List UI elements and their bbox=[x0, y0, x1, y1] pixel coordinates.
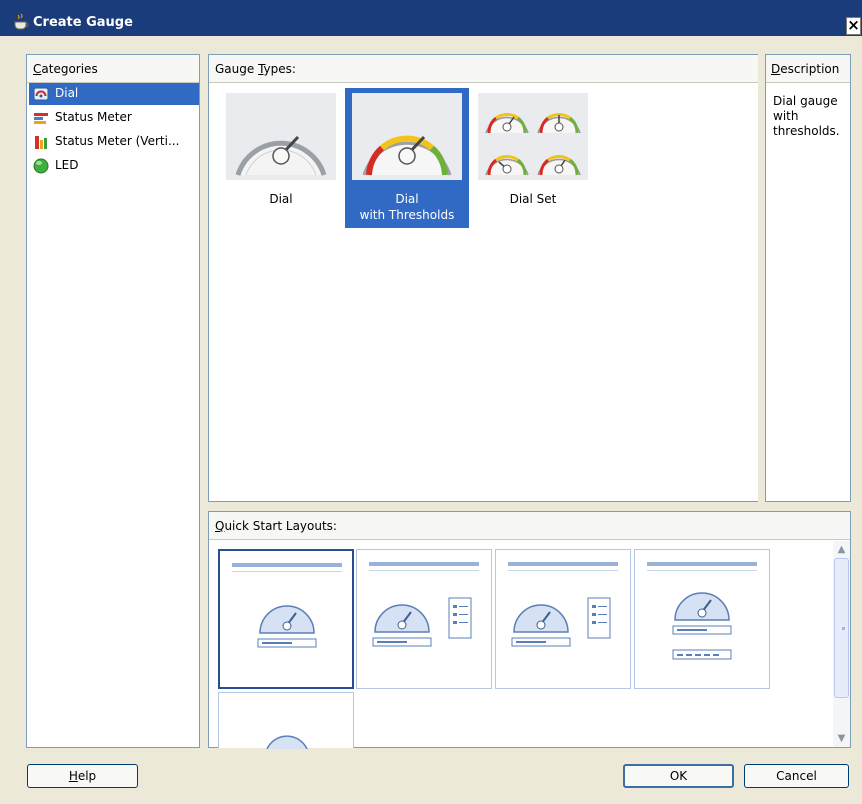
gauge-types-panel: Gauge Types: Dial Dial with Thresholds D… bbox=[208, 54, 758, 502]
title-bar: Create Gauge × bbox=[0, 0, 862, 36]
layout-preview bbox=[647, 562, 757, 660]
category-label: Status Meter (Verti... bbox=[55, 134, 180, 148]
scroll-up-arrow-icon[interactable]: ▲ bbox=[833, 541, 850, 558]
dial-thumbnail bbox=[226, 93, 336, 180]
layout-preview bbox=[266, 735, 308, 749]
app-cup-icon bbox=[12, 13, 30, 31]
gauge-type-dial[interactable]: Dial bbox=[219, 88, 343, 228]
layout-tile-5[interactable] bbox=[218, 692, 354, 749]
layout-tile-3[interactable] bbox=[495, 549, 631, 689]
categories-header: Categories bbox=[27, 55, 199, 83]
ok-button[interactable]: OK bbox=[623, 764, 734, 788]
gauge-type-dial-with-thresholds[interactable]: Dial with Thresholds bbox=[345, 88, 469, 228]
layout-tile-1[interactable] bbox=[218, 549, 354, 689]
category-item-led[interactable]: LED bbox=[29, 155, 199, 177]
gauge-type-label: Dial with Thresholds bbox=[359, 192, 455, 222]
status-meter-icon bbox=[33, 110, 49, 126]
category-item-status-meter-vertical[interactable]: Status Meter (Verti... bbox=[29, 131, 199, 153]
dial-icon bbox=[33, 86, 49, 102]
layout-tile-2[interactable] bbox=[356, 549, 492, 689]
layout-tile-4[interactable] bbox=[634, 549, 770, 689]
category-label: Status Meter bbox=[55, 110, 132, 124]
dial-set-thumbnail bbox=[478, 93, 588, 180]
description-text: Dial gauge with thresholds. bbox=[773, 94, 840, 138]
quick-start-header-label: Quick Start Layouts: bbox=[215, 519, 337, 533]
gauge-type-label: Dial bbox=[269, 192, 293, 206]
help-button[interactable]: Help bbox=[27, 764, 138, 788]
dial-thresholds-thumbnail bbox=[352, 93, 462, 180]
gauge-type-dial-set[interactable]: Dial Set bbox=[471, 88, 595, 228]
splitter[interactable] bbox=[758, 54, 765, 502]
led-icon bbox=[33, 158, 49, 174]
window-title: Create Gauge bbox=[33, 15, 133, 30]
layout-preview bbox=[232, 563, 342, 648]
description-panel: Description Dial gauge with thresholds. bbox=[765, 54, 851, 502]
status-meter-vertical-icon bbox=[33, 134, 49, 150]
vertical-scrollbar[interactable]: ▲ ▼ bbox=[833, 541, 850, 747]
layout-preview bbox=[369, 562, 479, 647]
gauge-types-header: Gauge Types: bbox=[209, 55, 758, 83]
category-item-dial[interactable]: Dial bbox=[29, 83, 199, 105]
scroll-grip-icon bbox=[842, 627, 845, 630]
gauge-types-header-label: Gauge Types: bbox=[215, 62, 296, 76]
categories-header-label: Categories bbox=[33, 62, 98, 76]
categories-panel: Categories Dial Status Meter Status Mete… bbox=[26, 54, 200, 748]
scroll-down-arrow-icon[interactable]: ▼ bbox=[833, 730, 850, 747]
description-header-label: Description bbox=[771, 62, 840, 76]
quick-start-panel: Quick Start Layouts: ▲ ▼ bbox=[208, 511, 851, 749]
category-label: Dial bbox=[55, 86, 79, 100]
scroll-thumb[interactable] bbox=[834, 558, 849, 698]
layout-preview bbox=[508, 562, 618, 647]
description-header: Description bbox=[766, 55, 850, 83]
category-label: LED bbox=[55, 158, 79, 172]
close-button[interactable]: × bbox=[846, 17, 861, 35]
category-item-status-meter[interactable]: Status Meter bbox=[29, 107, 199, 129]
gauge-type-label: Dial Set bbox=[509, 192, 557, 206]
cancel-button[interactable]: Cancel bbox=[744, 764, 849, 788]
quick-start-header: Quick Start Layouts: bbox=[209, 512, 850, 540]
